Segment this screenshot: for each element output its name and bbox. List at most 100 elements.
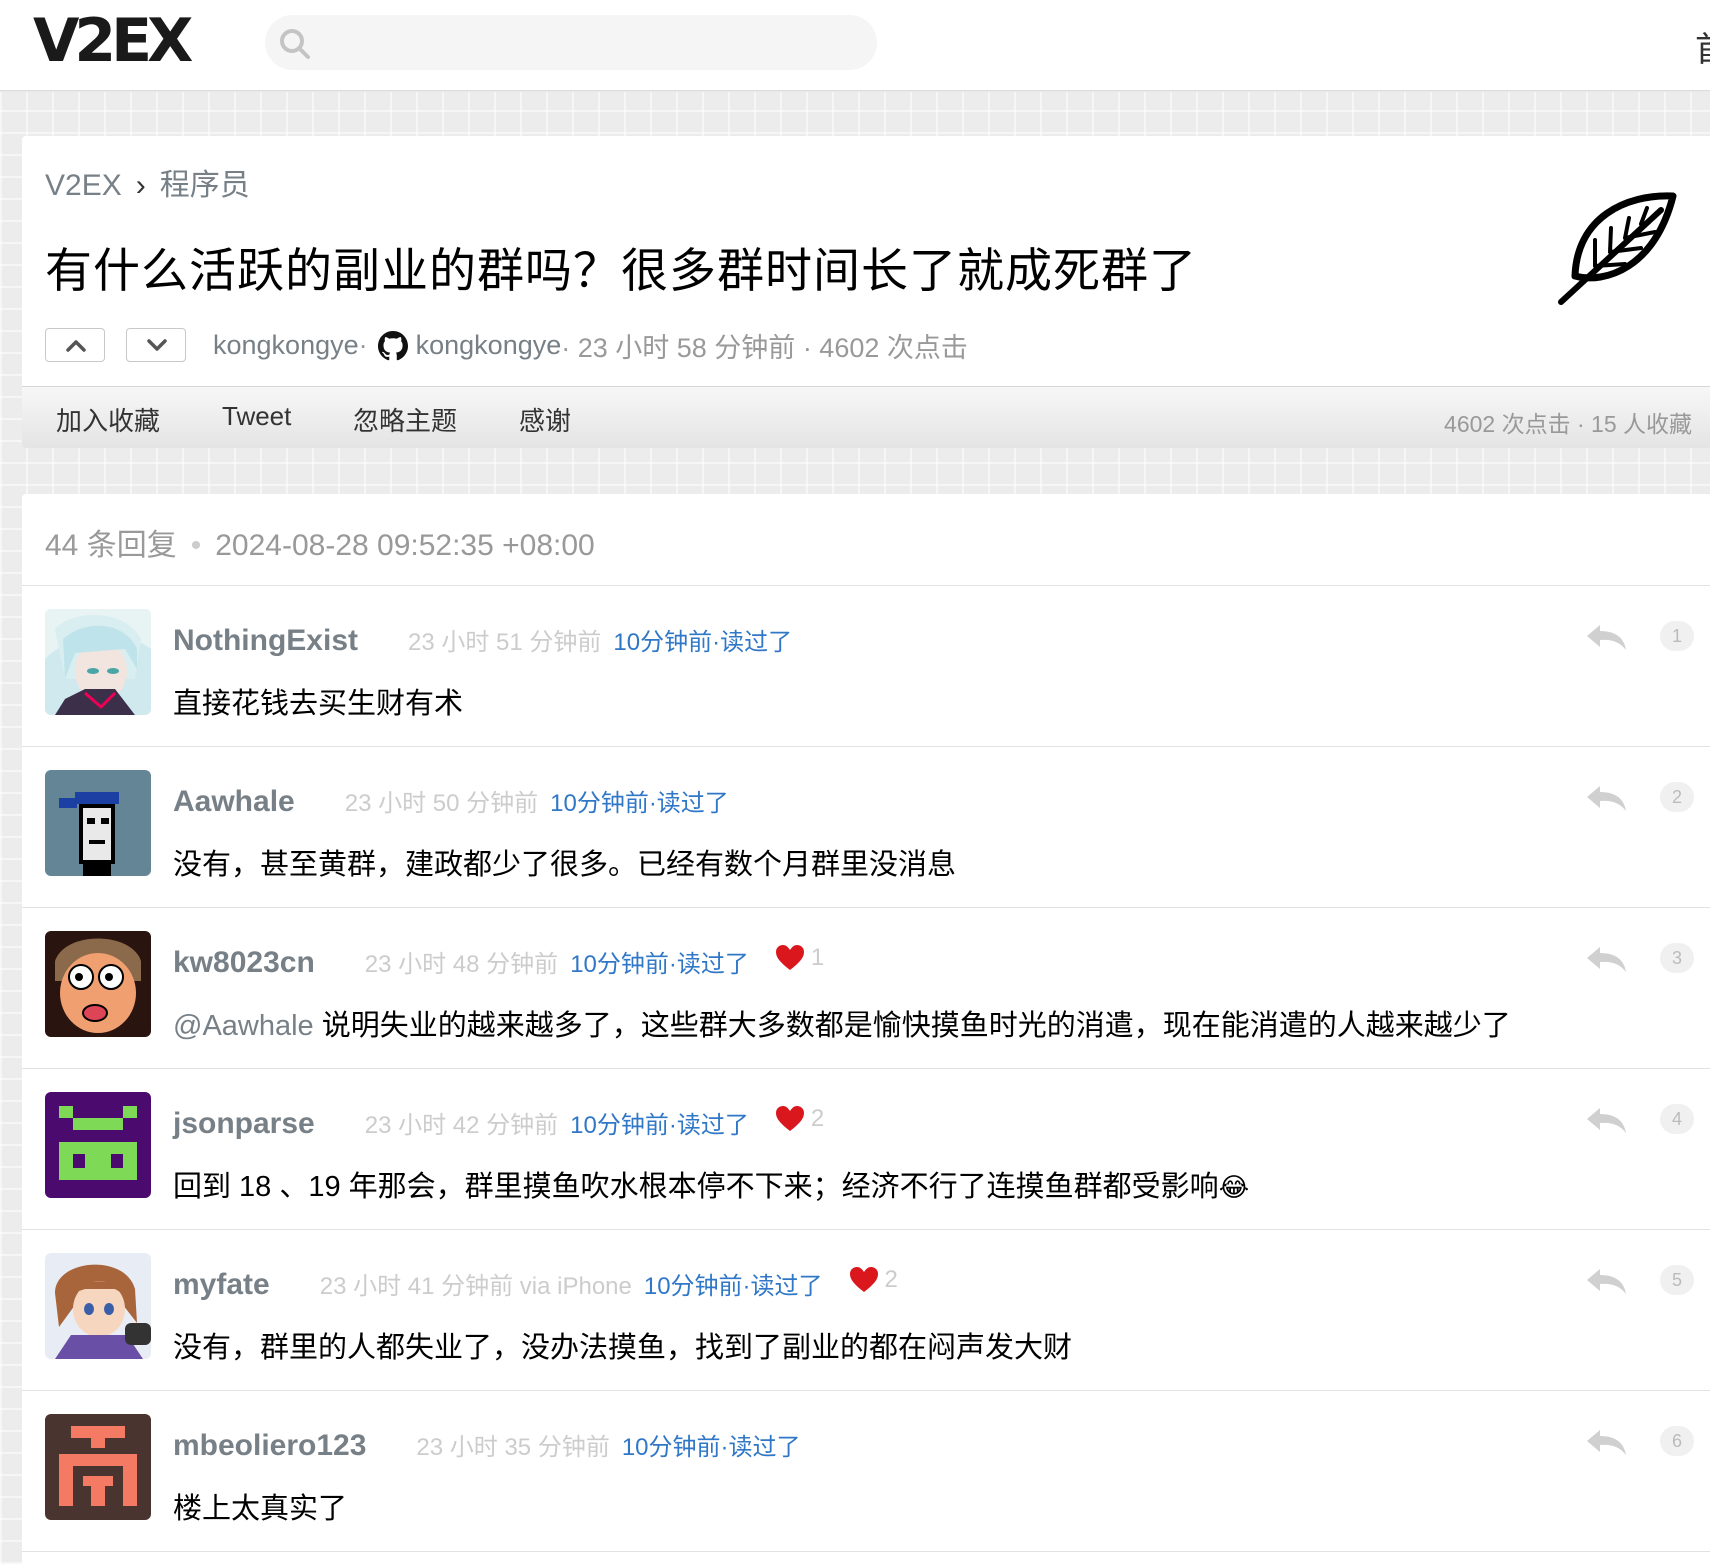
topic-meta-tail: · 23 小时 58 分钟前 · 4602 次点击 (561, 333, 968, 363)
downvote-button[interactable] (126, 328, 186, 362)
topic-box: V2EX › 程序员 有什么活跃的副业的群吗？很多群时间长了就成死群了 kongko… (22, 136, 1710, 448)
breadcrumb-home[interactable]: V2EX (45, 169, 122, 202)
thanks-count: 1 (775, 944, 824, 972)
reply-item: mbeoliero123 23 小时 35 分钟前 10分钟前·读过了 楼上太真… (22, 1391, 1710, 1552)
reply-floor-number: 3 (1660, 943, 1694, 973)
heart-icon (775, 1106, 804, 1131)
reply-header: mbeoliero123 23 小时 35 分钟前 10分钟前·读过了 (173, 1427, 801, 1463)
reply-content: 回到 18 、19 年那会，群里摸鱼吹水根本停不下来；经济不行了连摸鱼群都受影响… (173, 1163, 1249, 1205)
mention-link[interactable]: @Aawhale (173, 1010, 314, 1042)
reply-header: Aawhale 23 小时 50 分钟前 10分钟前·读过了 (173, 783, 729, 819)
reply-item: NothingExist 23 小时 51 分钟前 10分钟前·读过了 直接花钱… (22, 586, 1710, 747)
reply-floor-number: 4 (1660, 1104, 1694, 1134)
avatar[interactable] (45, 1414, 151, 1520)
reply-read-status: 10分钟前·读过了 (570, 1112, 749, 1139)
avatar[interactable] (45, 1092, 151, 1198)
replies-header: 44 条回复 • 2024-08-28 09:52:35 +08:00 (22, 494, 1710, 586)
top-bar: V2EX 首 (0, 0, 1710, 91)
reply-item: jsonparse 23 小时 42 分钟前 10分钟前·读过了 2 回到 18… (22, 1069, 1710, 1230)
thanks-number: 1 (810, 944, 825, 971)
tweet-button[interactable]: Tweet (222, 401, 291, 432)
topic-stats: 4602 次点击 · 15 人收藏 (1444, 411, 1692, 437)
ignore-topic-button[interactable]: 忽略主题 (353, 401, 457, 438)
topic-meta: kongkongye · kongkongye · 23 小时 58 分钟前 ·… (213, 326, 968, 365)
reply-arrow-icon[interactable] (1584, 1105, 1628, 1135)
avatar[interactable] (45, 931, 151, 1037)
reply-item: myfate 23 小时 41 分钟前 via iPhone 10分钟前·读过了… (22, 1230, 1710, 1391)
reply-read-status: 10分钟前·读过了 (643, 1273, 823, 1300)
site-logo[interactable]: V2EX (33, 6, 193, 76)
reply-content: 直接花钱去买生财有术 (173, 688, 464, 720)
reply-read-status: 10分钟前·读过了 (613, 629, 793, 656)
github-username[interactable]: kongkongye (416, 330, 562, 361)
reply-username[interactable]: myfate (173, 1268, 270, 1302)
replies-summary: 44 条回复 • 2024-08-28 09:52:35 +08:00 (45, 520, 595, 564)
search-box[interactable] (265, 15, 877, 70)
reply-arrow-icon[interactable] (1584, 622, 1628, 652)
nav-home-link[interactable]: 首 (1695, 22, 1710, 71)
reply-username[interactable]: jsonparse (173, 1107, 315, 1141)
reply-read-status: 10分钟前·读过了 (570, 951, 749, 978)
reply-header: kw8023cn 23 小时 48 分钟前 10分钟前·读过了 1 (173, 944, 824, 980)
breadcrumb: V2EX › 程序员 (45, 160, 250, 204)
meta-separator: · (358, 330, 368, 360)
thank-button[interactable]: 感谢 (519, 401, 571, 438)
reply-content: @Aawhale 说明失业的越来越多了，这些群大多数都是愉快摸鱼时光的消遣，现在… (173, 1002, 1511, 1044)
reply-time: 23 小时 42 分钟前 (364, 1112, 559, 1139)
reply-username[interactable]: kw8023cn (173, 946, 315, 980)
reply-text: 说明失业的越来越多了，这些群大多数都是愉快摸鱼时光的消遣，现在能消遣的人越来越少… (313, 1010, 1511, 1042)
replies-count: 44 条回复 (45, 529, 177, 562)
reply-item: Aawhale 23 小时 50 分钟前 10分钟前·读过了 没有，甚至黄群，建… (22, 747, 1710, 908)
reply-header: myfate 23 小时 41 分钟前 via iPhone 10分钟前·读过了… (173, 1266, 898, 1302)
heart-icon (775, 945, 804, 970)
thanks-count: 2 (849, 1266, 898, 1294)
reply-floor-number: 5 (1660, 1265, 1694, 1295)
reply-arrow-icon[interactable] (1584, 783, 1628, 813)
reply-read-status: 10分钟前·读过了 (621, 1434, 801, 1461)
reply-time: 23 小时 51 分钟前 (408, 629, 602, 656)
replies-last-time: 2024-08-28 09:52:35 +08:00 (215, 529, 595, 562)
reply-floor-number: 6 (1660, 1426, 1694, 1456)
reply-floor-number: 1 (1660, 621, 1694, 651)
reply-time: 23 小时 35 分钟前 (416, 1434, 610, 1461)
replies-box: 44 条回复 • 2024-08-28 09:52:35 +08:00 Nothin… (22, 494, 1710, 1564)
topic-toolbar: 加入收藏 Tweet 忽略主题 感谢 4602 次点击 · 15 人收藏 (22, 386, 1710, 448)
avatar[interactable] (45, 1253, 151, 1359)
avatar[interactable] (45, 770, 151, 876)
github-icon[interactable] (377, 330, 408, 361)
reply-item: kw8023cn 23 小时 48 分钟前 10分钟前·读过了 1 @Aawha… (22, 908, 1710, 1069)
heart-icon (849, 1267, 878, 1292)
thanks-count: 2 (775, 1105, 824, 1133)
reply-content: 没有，甚至黄群，建政都少了很多。已经有数个月群里没消息 (173, 849, 957, 881)
reply-arrow-icon[interactable] (1584, 1266, 1628, 1296)
reply-read-status: 10分钟前·读过了 (550, 790, 729, 817)
reply-time: 23 小时 41 分钟前 via iPhone (319, 1273, 632, 1300)
reply-header: jsonparse 23 小时 42 分钟前 10分钟前·读过了 2 (173, 1105, 824, 1141)
reply-arrow-icon[interactable] (1584, 1427, 1628, 1457)
topic-author[interactable]: kongkongye (213, 330, 359, 361)
chevron-down-icon (147, 339, 167, 351)
reply-content: 没有，群里的人都失业了，没办法摸鱼，找到了副业的都在闷声发大财 (173, 1332, 1073, 1364)
thanks-number: 2 (810, 1105, 825, 1132)
topic-title: 有什么活跃的副业的群吗？很多群时间长了就成死群了 (45, 244, 1197, 297)
reply-username[interactable]: mbeoliero123 (173, 1429, 366, 1463)
breadcrumb-separator: › (135, 169, 146, 202)
laughing-emoji-icon: 😂 (1218, 1172, 1250, 1202)
leaf-icon (1558, 192, 1677, 305)
thanks-number: 2 (884, 1266, 898, 1293)
upvote-button[interactable] (45, 328, 105, 362)
reply-header: NothingExist 23 小时 51 分钟前 10分钟前·读过了 (173, 622, 792, 658)
reply-text: 回到 18 、19 年那会，群里摸鱼吹水根本停不下来；经济不行了连摸鱼群都受影响 (173, 1171, 1219, 1203)
reply-username[interactable]: Aawhale (173, 785, 295, 819)
reply-floor-number: 2 (1660, 782, 1694, 812)
reply-username[interactable]: NothingExist (173, 624, 358, 658)
reply-arrow-icon[interactable] (1584, 944, 1628, 974)
reply-time: 23 小时 48 分钟前 (364, 951, 559, 978)
reply-content: 楼上太真实了 (173, 1493, 348, 1525)
avatar[interactable] (45, 609, 151, 715)
breadcrumb-node[interactable]: 程序员 (160, 169, 250, 202)
add-favorite-button[interactable]: 加入收藏 (56, 401, 160, 438)
reply-time: 23 小时 50 分钟前 (344, 790, 539, 817)
separator-dot: • (190, 529, 202, 562)
chevron-up-icon (66, 340, 86, 352)
